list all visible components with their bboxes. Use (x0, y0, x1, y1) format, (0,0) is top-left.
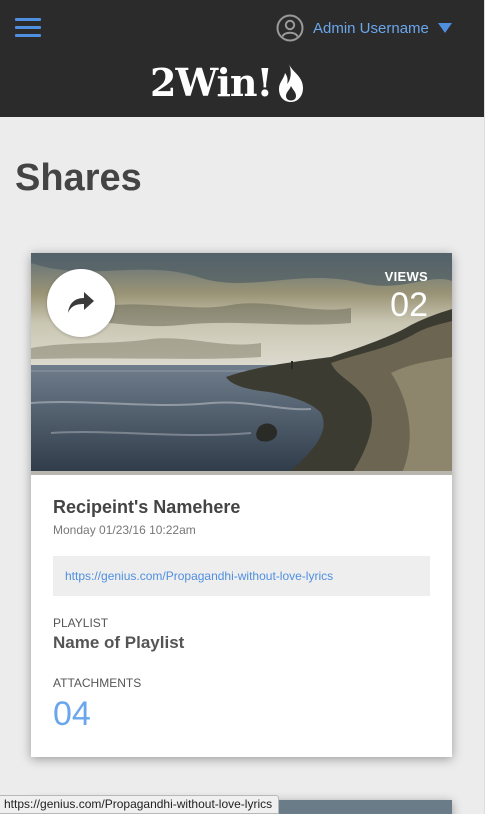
views-counter: VIEWS 02 (385, 269, 428, 322)
page-title: Shares (15, 157, 142, 199)
playlist-label: PLAYLIST (53, 616, 109, 630)
share-button[interactable] (47, 269, 115, 337)
link-status-tooltip: https://genius.com/Propagandhi-without-l… (0, 795, 280, 814)
views-label: VIEWS (384, 269, 428, 284)
share-date: Monday 01/23/16 10:22am (53, 523, 196, 537)
flame-icon (279, 64, 304, 102)
share-card: VIEWS 02 Recipeint's Namehere Monday 01/… (31, 253, 452, 757)
logo-text: 2Win! (150, 60, 273, 105)
link-box: https://genius.com/Propagandhi-without-l… (53, 556, 430, 596)
attachments-count: 04 (53, 695, 91, 733)
share-details: Recipeint's Namehere Monday 01/23/16 10:… (31, 475, 452, 734)
app-logo: 2Win! (150, 60, 307, 106)
shared-link[interactable]: https://genius.com/Propagandhi-without-l… (65, 569, 333, 583)
user-circle-icon (276, 14, 304, 42)
top-bar: Admin Username 2Win! (0, 0, 485, 117)
playlist-name: Name of Playlist (53, 633, 185, 652)
caret-down-icon[interactable] (437, 23, 452, 33)
user-menu[interactable]: Admin Username (276, 14, 452, 42)
user-name[interactable]: Admin Username (313, 20, 429, 37)
share-arrow-icon (68, 292, 94, 313)
recipient-name: Recipeint's Namehere (53, 497, 241, 517)
hamburger-menu-icon[interactable] (15, 18, 41, 38)
share-image: VIEWS 02 (31, 253, 452, 475)
views-count: 02 (390, 286, 428, 324)
attachments-label: ATTACHMENTS (53, 676, 142, 690)
